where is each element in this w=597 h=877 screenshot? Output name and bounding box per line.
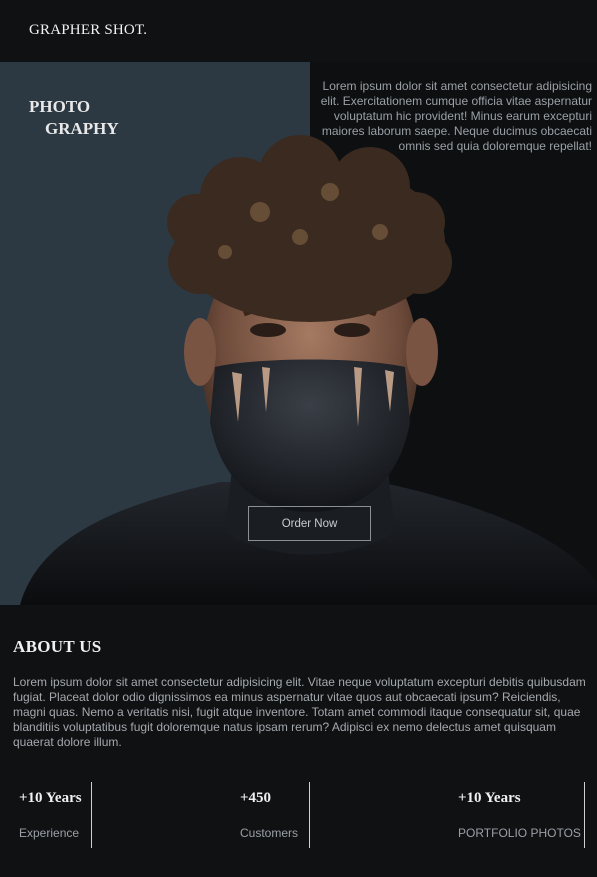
stat-experience: +10 Years Experience bbox=[13, 782, 92, 848]
hero-title-line-2: GRAPHY bbox=[45, 119, 119, 138]
stat-portfolio-photos: +10 Years PORTFOLIO PHOTOS bbox=[452, 782, 585, 848]
stat-label: Customers bbox=[240, 826, 299, 840]
about-text: Lorem ipsum dolor sit amet consectetur a… bbox=[13, 675, 586, 749]
hero-title: PHOTO GRAPHY bbox=[29, 96, 119, 140]
hero-description: Lorem ipsum dolor sit amet consectetur a… bbox=[320, 79, 592, 153]
stat-value: +10 Years bbox=[19, 790, 82, 806]
stat-value: +10 Years bbox=[458, 790, 521, 806]
stat-value: +450 bbox=[240, 790, 272, 806]
stat-label: PORTFOLIO PHOTOS bbox=[458, 826, 581, 840]
stat-customers: +450 Customers bbox=[234, 782, 310, 848]
about-title: ABOUT US bbox=[13, 637, 102, 656]
stat-label: Experience bbox=[19, 826, 80, 840]
hero-title-line-1: PHOTO bbox=[29, 97, 91, 116]
brand-logo[interactable]: GRAPHER SHOT. bbox=[29, 22, 147, 39]
order-now-button[interactable]: Order Now bbox=[248, 506, 371, 541]
